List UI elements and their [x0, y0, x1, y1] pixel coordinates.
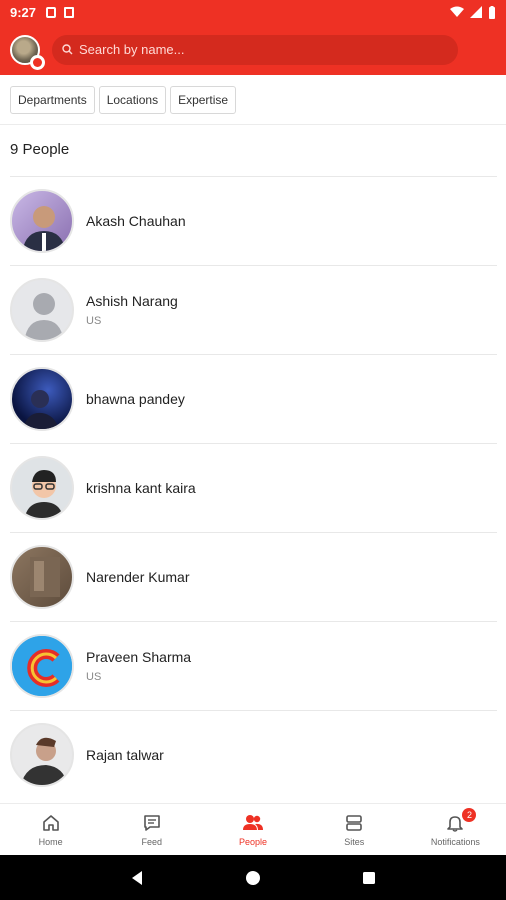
status-badge-icon: [30, 54, 45, 70]
people-icon: [243, 814, 263, 830]
list-item[interactable]: krishna kant kaira: [10, 443, 497, 532]
tab-home-label: Home: [38, 836, 63, 847]
status-bar: 9:27: [0, 0, 506, 24]
recents-icon[interactable]: [362, 871, 376, 885]
list-item[interactable]: bhawna pandey: [10, 354, 497, 443]
status-time: 9:27: [10, 4, 37, 20]
person-name: krishna kant kaira: [86, 480, 196, 496]
sd-card-icon: [46, 6, 57, 18]
feed-icon: [143, 814, 160, 831]
search-icon: [62, 44, 73, 55]
person-name: Akash Chauhan: [86, 213, 186, 229]
avatar: [10, 278, 74, 342]
person-name: Praveen Sharma: [86, 649, 192, 665]
battery-icon: [489, 5, 495, 19]
home-icon: [42, 814, 59, 831]
avatar: [10, 189, 74, 253]
people-list: Akash Chauhan Ashish Narang US bhawna pan…: [10, 176, 497, 799]
filter-expertise[interactable]: Expertise: [170, 85, 237, 114]
person-name: Narender Kumar: [86, 569, 190, 585]
filter-locations[interactable]: Locations: [98, 85, 167, 114]
bottom-nav: Home Feed People Sites 2 Notifications: [0, 803, 506, 855]
avatar: [10, 367, 74, 431]
system-nav-bar: [0, 855, 506, 900]
back-icon[interactable]: [130, 870, 144, 886]
list-item[interactable]: Ashish Narang US: [10, 265, 497, 354]
avatar: [10, 545, 74, 609]
list-item[interactable]: Rajan talwar: [10, 710, 497, 799]
tab-people-label: People: [238, 836, 268, 847]
tab-notifications[interactable]: 2 Notifications: [405, 804, 506, 855]
sites-icon: [346, 814, 363, 831]
tab-sites[interactable]: Sites: [304, 804, 405, 855]
avatar: [10, 634, 74, 698]
app-header: [0, 24, 506, 75]
tab-feed[interactable]: Feed: [101, 804, 202, 855]
person-location: US: [86, 671, 102, 683]
person-location: US: [86, 315, 102, 327]
avatar: [10, 456, 74, 520]
avatar: [10, 723, 74, 787]
filter-departments[interactable]: Departments: [10, 85, 95, 114]
profile-avatar[interactable]: [10, 34, 45, 70]
tab-home[interactable]: Home: [0, 804, 101, 855]
people-count: 9 People: [10, 141, 70, 158]
person-name: Rajan talwar: [86, 747, 164, 763]
tab-people[interactable]: People: [202, 804, 303, 855]
wifi-icon: [450, 6, 464, 17]
home-button-icon[interactable]: [245, 870, 261, 886]
list-item[interactable]: Narender Kumar: [10, 532, 497, 621]
person-name: bhawna pandey: [86, 391, 185, 407]
search-input[interactable]: [79, 42, 448, 57]
person-name: Ashish Narang: [86, 293, 178, 309]
signal-icon: [470, 6, 482, 18]
notifications-badge: 2: [462, 808, 477, 822]
search-bar[interactable]: [52, 34, 458, 65]
tab-sites-label: Sites: [344, 836, 365, 847]
filter-bar: Departments Locations Expertise: [0, 75, 506, 125]
tab-notifications-label: Notifications: [430, 836, 480, 847]
tab-feed-label: Feed: [141, 836, 163, 847]
list-item[interactable]: Akash Chauhan: [10, 176, 497, 265]
notification-icon: [64, 6, 75, 18]
list-item[interactable]: Praveen Sharma US: [10, 621, 497, 710]
